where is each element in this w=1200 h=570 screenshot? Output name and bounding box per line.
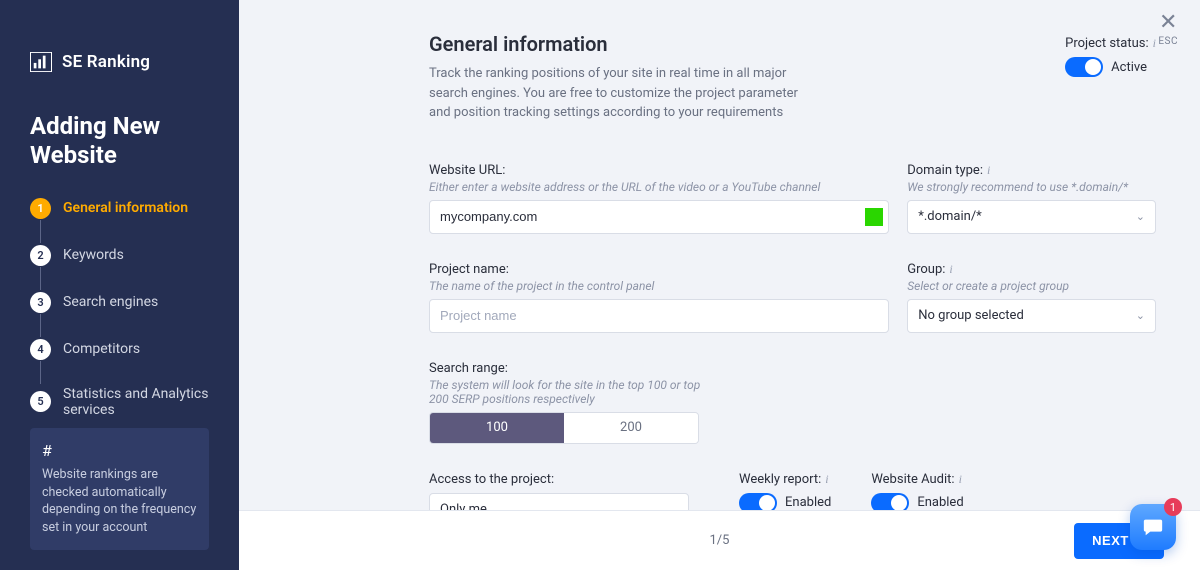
info-icon[interactable]: i [949, 262, 952, 277]
range-hint: The system will look for the site in the… [429, 378, 709, 406]
status-value: Active [1111, 60, 1147, 75]
next-label: NEXT [1092, 533, 1129, 548]
step-number: 5 [30, 391, 51, 412]
pager: 1/5 [710, 533, 730, 548]
search-range-toggle: 100 200 [429, 412, 699, 444]
audit-label: Website Audit: [871, 472, 954, 487]
project-status: Project status: i Active [1065, 32, 1156, 77]
chat-icon [1142, 516, 1164, 538]
domain-type-value: *.domain/* [918, 209, 982, 224]
weekly-label: Weekly report: [739, 472, 821, 487]
info-icon[interactable]: i [959, 472, 962, 487]
access-select[interactable]: Only me ⌄ [429, 493, 689, 511]
info-icon[interactable]: i [987, 163, 990, 178]
range-200[interactable]: 200 [564, 413, 698, 443]
step-statistics[interactable]: 5 Statistics and Analytics services [30, 386, 211, 418]
group-label: Group: [907, 262, 945, 277]
step-label: General information [63, 200, 188, 216]
domain-type-label: Domain type: [907, 163, 983, 178]
weekly-report-toggle[interactable] [739, 493, 777, 511]
page-title: General information [429, 32, 809, 56]
main: ✕ ESC General information Track the rank… [239, 0, 1200, 570]
content: General information Track the ranking po… [239, 0, 1200, 510]
step-label: Competitors [63, 341, 140, 357]
footer: 1/5 NEXT › [239, 510, 1200, 570]
step-label: Statistics and Analytics services [63, 386, 211, 418]
step-label: Keywords [63, 247, 124, 263]
brand-name: SE Ranking [62, 52, 150, 72]
url-label: Website URL: [429, 163, 505, 178]
sidebar: SE Ranking Adding New Website 1 General i… [0, 0, 239, 570]
close-label: ESC [1158, 36, 1178, 47]
step-search-engines[interactable]: 3 Search engines [30, 292, 211, 339]
chevron-down-icon: ⌄ [1136, 309, 1145, 322]
info-icon[interactable]: i [1153, 36, 1156, 51]
step-list: 1 General information 2 Keywords 3 Search e… [30, 198, 211, 418]
group-select[interactable]: No group selected ⌄ [907, 299, 1156, 333]
weekly-value: Enabled [785, 495, 831, 510]
url-valid-icon [865, 208, 883, 226]
project-name-input[interactable] [429, 299, 889, 333]
website-url-input[interactable] [429, 200, 889, 234]
step-number: 2 [30, 245, 51, 266]
range-100[interactable]: 100 [430, 413, 564, 443]
chat-badge: 1 [1164, 498, 1182, 516]
brand: SE Ranking [30, 52, 211, 72]
step-label: Search engines [63, 294, 158, 310]
website-audit-toggle[interactable] [871, 493, 909, 511]
url-hint: Either enter a website address or the UR… [429, 180, 889, 194]
note-text: Website rankings are checked automatical… [42, 467, 196, 535]
domain-type-hint: We strongly recommend to use *.domain/* [907, 180, 1156, 194]
chevron-down-icon: ⌄ [1136, 210, 1145, 223]
step-competitors[interactable]: 4 Competitors [30, 339, 211, 386]
close-button[interactable]: ✕ ESC [1158, 12, 1178, 47]
project-name-label: Project name: [429, 262, 509, 277]
step-keywords[interactable]: 2 Keywords [30, 245, 211, 292]
chat-button[interactable]: 1 [1130, 504, 1176, 550]
page-subtitle: Track the ranking positions of your site… [429, 64, 809, 123]
step-number: 3 [30, 292, 51, 313]
step-number: 4 [30, 339, 51, 360]
domain-type-select[interactable]: *.domain/* ⌄ [907, 200, 1156, 234]
group-value: No group selected [918, 308, 1024, 323]
info-icon[interactable]: i [825, 472, 828, 487]
hash-icon: # [42, 440, 197, 462]
chevron-down-icon: ⌄ [669, 503, 678, 510]
audit-value: Enabled [917, 495, 963, 510]
sidebar-note: # Website rankings are checked automatic… [30, 428, 209, 550]
step-number: 1 [30, 198, 51, 219]
group-hint: Select or create a project group [907, 279, 1156, 293]
range-label: Search range: [429, 361, 508, 376]
sidebar-title: Adding New Website [30, 112, 211, 170]
status-label: Project status: [1065, 36, 1149, 51]
status-toggle[interactable] [1065, 57, 1103, 77]
step-general-information[interactable]: 1 General information [30, 198, 211, 245]
project-name-hint: The name of the project in the control p… [429, 279, 889, 293]
access-label: Access to the project: [429, 472, 554, 487]
brand-logo-icon [30, 52, 52, 72]
access-value: Only me [440, 502, 487, 510]
close-icon: ✕ [1159, 12, 1177, 34]
